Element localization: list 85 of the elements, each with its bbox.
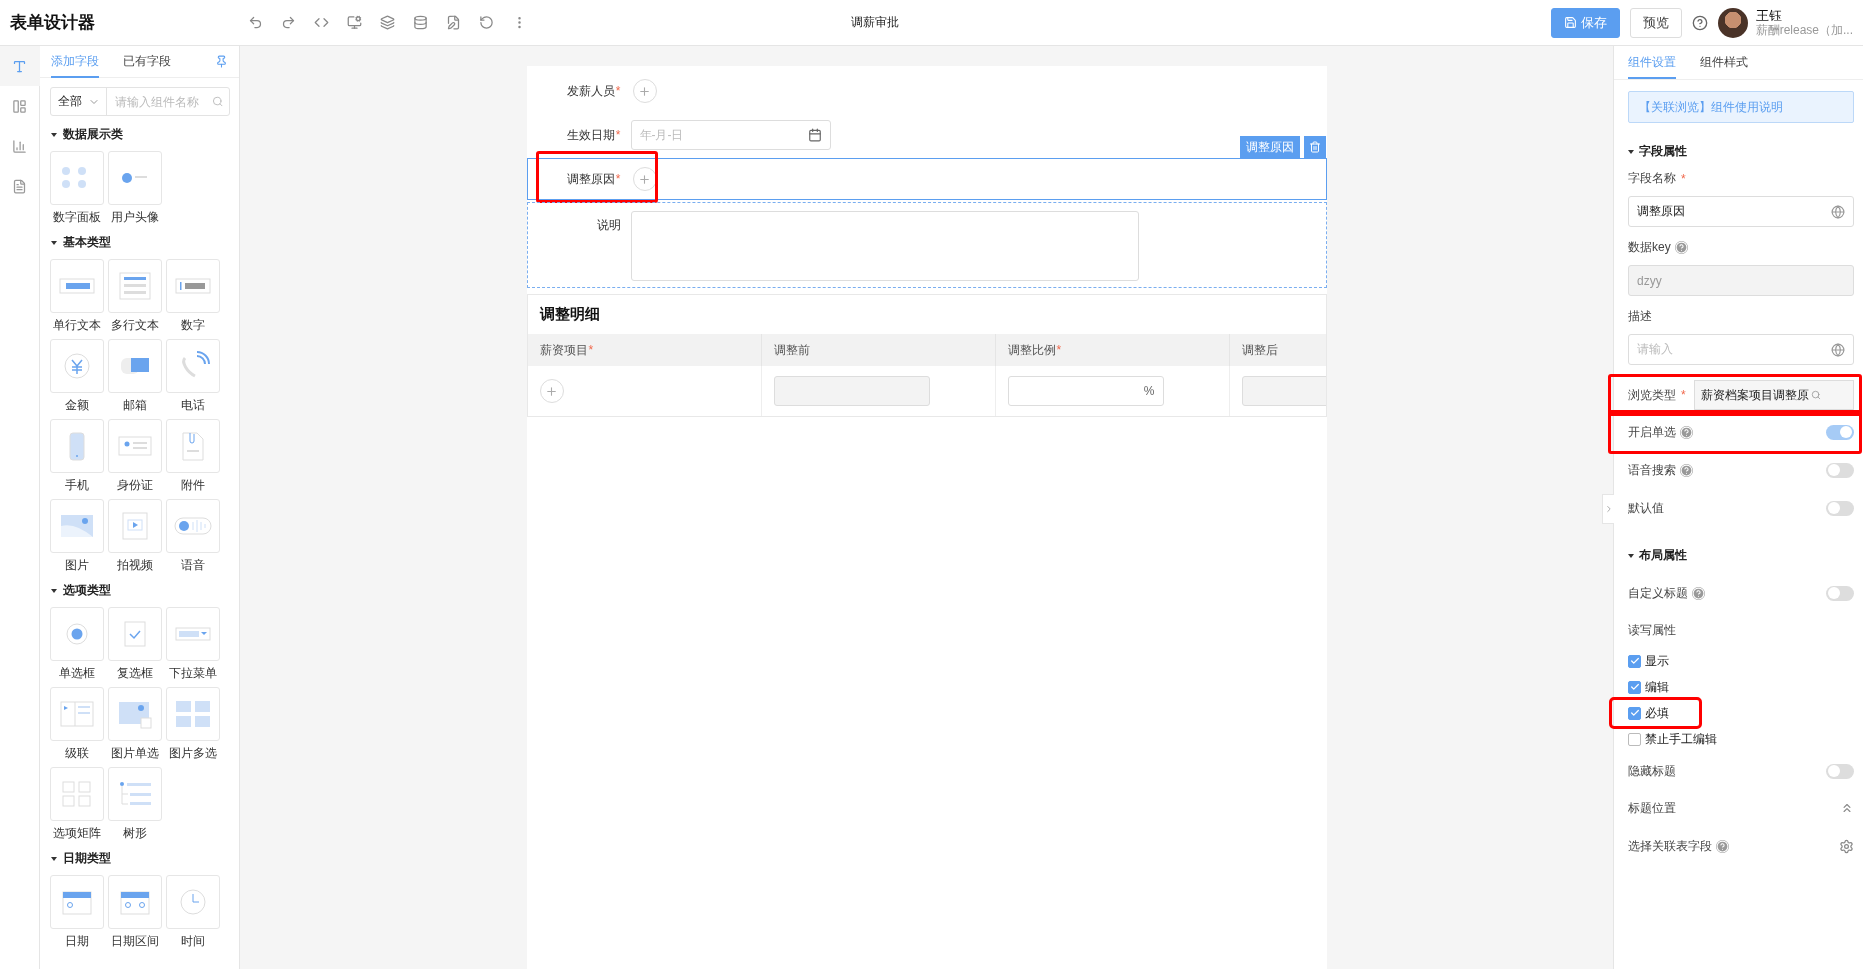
setting-label: 读写属性 — [1628, 621, 1676, 639]
collapse-handle[interactable] — [1602, 494, 1614, 524]
group-title: 选项类型 — [51, 582, 230, 599]
field-label: 发薪人员* — [565, 82, 621, 100]
setting-label: 标题位置 — [1628, 799, 1676, 817]
preview-button[interactable]: 预览 — [1629, 7, 1682, 38]
column-header: 薪资项目* — [527, 334, 762, 366]
database-icon[interactable] — [411, 13, 430, 32]
column-header: 调整后 — [1229, 334, 1326, 366]
column-header: 调整前 — [761, 334, 996, 366]
checkbox[interactable] — [1628, 732, 1641, 746]
toggle-switch[interactable] — [1826, 763, 1854, 779]
help-icon[interactable] — [1691, 14, 1708, 31]
pin-icon[interactable] — [215, 55, 228, 68]
setting-label: 语音搜索 — [1628, 461, 1693, 479]
required-mark: * — [1681, 171, 1686, 186]
toggle-switch[interactable] — [1826, 462, 1854, 478]
trash-icon — [1308, 141, 1321, 153]
browse-field[interactable]: 薪资档案项目调整原 — [1693, 380, 1854, 410]
checkbox-label[interactable]: 编辑 — [1628, 674, 1675, 700]
calendar-icon — [807, 128, 822, 142]
checkbox-label[interactable]: 禁止手工编辑 — [1628, 726, 1723, 752]
required-mark: * — [588, 343, 594, 357]
user-name: 王钰 — [1755, 7, 1783, 23]
toggle-switch[interactable] — [1826, 500, 1854, 516]
settings-tab[interactable]: 组件样式 — [1700, 46, 1748, 79]
section-title: 字段属性 — [1628, 143, 1854, 160]
checkbox[interactable] — [1628, 680, 1641, 694]
plus-icon — [638, 84, 651, 98]
setting-label: 隐藏标题 — [1628, 762, 1676, 780]
required-mark: * — [615, 171, 621, 186]
layers-icon[interactable] — [378, 13, 397, 32]
collapse-icon[interactable] — [1840, 801, 1854, 815]
setting-label: 描述 — [1628, 308, 1653, 325]
group-title: 数据展示类 — [51, 126, 230, 143]
avatar[interactable] — [1717, 7, 1748, 38]
group-title: 基本类型 — [51, 234, 230, 251]
field-label: 调整原因* — [565, 170, 621, 188]
panel-tab[interactable]: 已有字段 — [123, 46, 171, 78]
app-title: 表单设计器 — [10, 12, 96, 34]
image-grid-icon — [173, 698, 213, 730]
history-icon[interactable] — [477, 13, 496, 32]
setting-label: 自定义标题 — [1628, 584, 1705, 602]
required-mark: * — [1056, 343, 1062, 357]
toggle-switch[interactable] — [1826, 424, 1854, 440]
delete-button[interactable] — [1303, 136, 1326, 158]
save-icon — [1563, 16, 1577, 29]
field-tag: 调整原因 — [1239, 136, 1300, 158]
checkbox[interactable] — [1628, 706, 1641, 720]
settings-icon[interactable] — [1839, 838, 1854, 854]
checkbox[interactable] — [1628, 654, 1641, 668]
monitor-settings-icon[interactable] — [345, 13, 364, 32]
text-field[interactable]: 调整原因 — [1628, 196, 1854, 227]
globe-icon — [1831, 204, 1845, 219]
setting-label: 字段名称 * — [1628, 170, 1687, 187]
setting-label: 浏览类型 * — [1628, 386, 1686, 404]
column-header: 调整比例* — [995, 334, 1230, 366]
section-title: 布局属性 — [1628, 547, 1854, 564]
plus-icon — [638, 172, 651, 186]
section-title: 调整明细 — [538, 304, 601, 324]
required-mark: * — [615, 127, 621, 142]
field-label: 说明 — [595, 217, 621, 234]
required-mark: * — [1681, 388, 1686, 402]
checkbox-label[interactable]: 必填 — [1612, 700, 1699, 726]
add-button[interactable] — [539, 379, 564, 403]
readonly-field: dzyy — [1628, 265, 1854, 296]
setting-label: 开启单选 — [1628, 423, 1693, 441]
required-mark: * — [615, 83, 621, 98]
setting-label: 数据key — [1628, 239, 1854, 256]
add-button[interactable] — [632, 167, 657, 191]
field-label: 生效日期* — [565, 126, 621, 144]
group-title: 日期类型 — [51, 850, 230, 867]
setting-label: 默认值 — [1628, 499, 1664, 517]
toggle-switch[interactable] — [1826, 585, 1854, 601]
checkbox-label[interactable]: 显示 — [1628, 648, 1675, 674]
percent-field[interactable]: % — [1007, 376, 1164, 406]
add-button[interactable] — [632, 79, 657, 103]
textarea-field[interactable] — [630, 211, 1139, 281]
cascade-icon — [57, 698, 97, 730]
search-icon — [1810, 390, 1821, 400]
plus-icon — [545, 384, 558, 398]
page-title: 调薪审批 — [849, 14, 900, 31]
user-subtitle: 薪酬release（加... — [1755, 22, 1853, 38]
globe-icon — [1831, 342, 1845, 357]
setting-label: 选择关联表字段 — [1628, 837, 1729, 855]
